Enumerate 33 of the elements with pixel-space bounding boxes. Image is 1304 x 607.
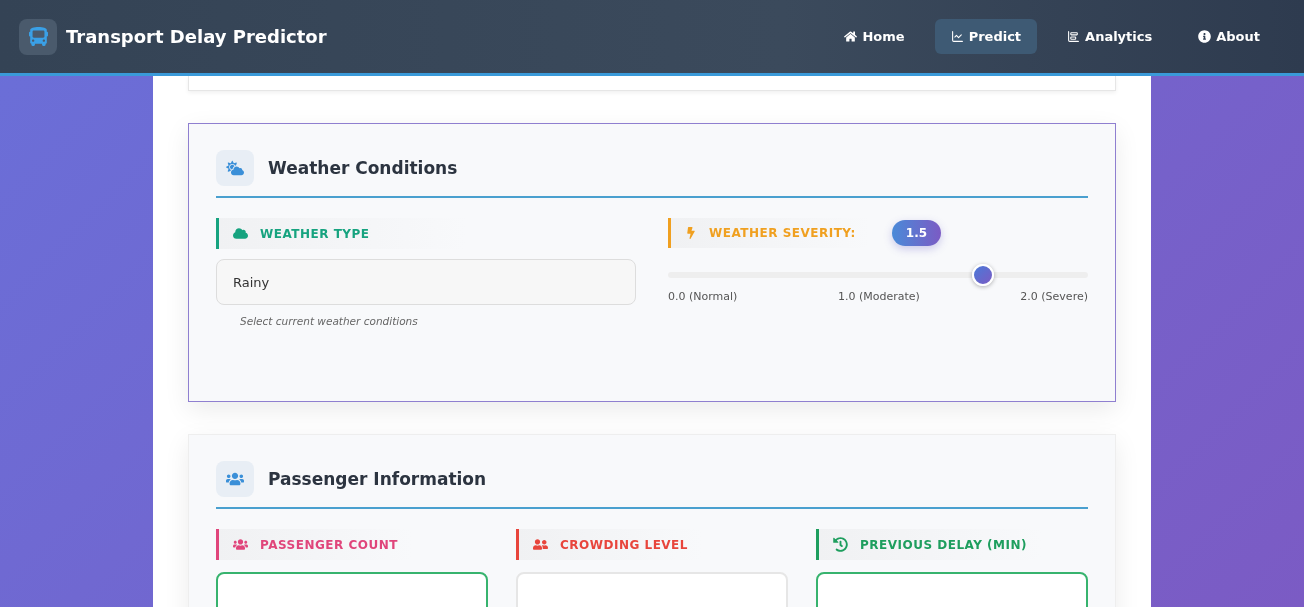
people-icon — [216, 461, 254, 497]
history-icon — [833, 537, 848, 552]
info-icon — [1198, 30, 1212, 43]
input-field[interactable] — [816, 572, 1088, 607]
field-label-text: PREVIOUS DELAY (MIN) — [860, 537, 1027, 552]
input-field[interactable] — [216, 572, 488, 607]
slider-tick-label: 2.0 (Severe) — [1020, 290, 1088, 303]
people-icon — [233, 537, 248, 552]
cloud-icon — [233, 226, 248, 241]
house-icon — [844, 30, 858, 43]
field-label-text: PASSENGER COUNT — [260, 537, 398, 552]
nav-link[interactable]: Home — [828, 19, 921, 54]
slider-tick-label: 1.0 (Moderate) — [837, 290, 920, 303]
nav-link[interactable]: About — [1182, 19, 1276, 54]
people-icon — [533, 537, 548, 552]
nav-link[interactable]: Predict — [934, 19, 1038, 54]
field-label-text: WEATHER TYPE — [260, 226, 370, 241]
cloud-sun-icon — [216, 150, 254, 186]
weather-type-field[interactable]: Rainy — [216, 259, 636, 305]
slider-tick-label: 0.0 (Normal) — [668, 290, 738, 303]
nav-link[interactable]: Analytics — [1051, 19, 1169, 54]
app-title: Transport Delay Predictor — [66, 26, 328, 47]
section-title: Passenger Information — [268, 469, 487, 489]
field-hint: Select current weather conditions — [240, 315, 419, 327]
field-label-text: CROWDING LEVEL — [560, 537, 688, 552]
field-label-text: WEATHER SEVERITY: — [709, 226, 856, 240]
lightning-icon — [685, 227, 697, 239]
line-chart-icon — [950, 30, 964, 43]
value-badge: 1.5 — [891, 220, 942, 246]
section-title: Weather Conditions — [268, 158, 458, 178]
bus-logo-icon — [19, 18, 57, 55]
bar-chart-icon — [1067, 30, 1081, 43]
slider-thumb[interactable] — [972, 264, 994, 286]
